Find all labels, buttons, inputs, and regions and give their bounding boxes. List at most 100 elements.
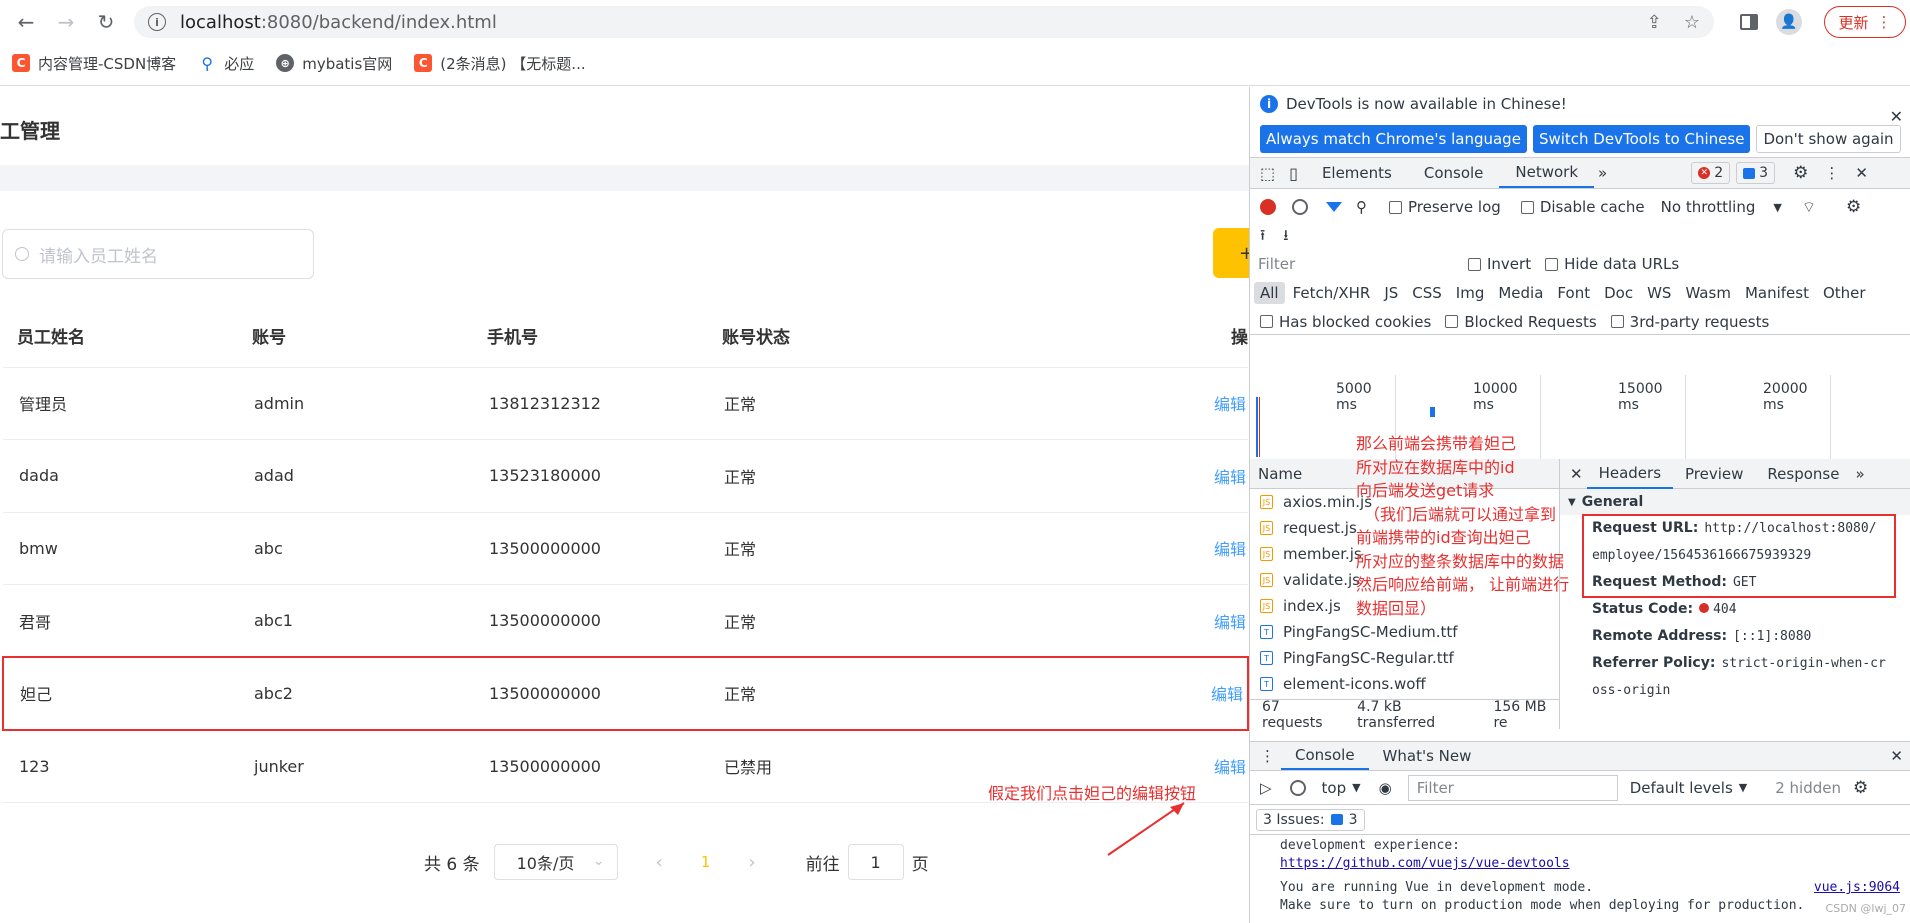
message-badge[interactable]: 3: [1736, 162, 1776, 184]
more-vert-icon[interactable]: ⋮: [1824, 164, 1839, 182]
clear-icon[interactable]: [1292, 199, 1308, 215]
disable-cache-checkbox[interactable]: [1520, 200, 1534, 214]
type-filter-all[interactable]: All: [1254, 282, 1285, 304]
prev-page-icon[interactable]: ‹: [656, 852, 663, 873]
side-panel-icon[interactable]: [1740, 14, 1758, 30]
tab-response[interactable]: Response: [1755, 459, 1851, 489]
reload-icon[interactable]: ↻: [88, 4, 124, 40]
request-item[interactable]: T PingFangSC-Regular.ttf: [1250, 645, 1559, 671]
match-language-button[interactable]: Always match Chrome's language: [1260, 125, 1527, 153]
dont-show-again-button[interactable]: Don't show again: [1756, 125, 1901, 153]
edit-button[interactable]: 编辑: [1214, 468, 1246, 487]
bookmark-star-icon[interactable]: ☆: [1684, 12, 1700, 33]
forward-icon[interactable]: →: [48, 4, 84, 40]
type-filter[interactable]: Wasm: [1679, 282, 1737, 304]
edit-button[interactable]: 编辑: [1211, 685, 1243, 704]
sidebar-toggle-icon[interactable]: ▷: [1260, 779, 1272, 797]
employee-table: 员工姓名 账号 手机号 账号状态 操 管理员 admin 13812312312…: [2, 305, 1249, 803]
bookmark-item[interactable]: C 内容管理-CSDN博客: [12, 53, 176, 74]
console-filter-input[interactable]: Filter: [1407, 774, 1618, 801]
edit-button[interactable]: 编辑: [1214, 540, 1246, 559]
search-icon[interactable]: ⚲: [1356, 198, 1367, 216]
throttling-select[interactable]: No throttling: [1661, 198, 1756, 216]
close-drawer-icon[interactable]: ✕: [1890, 747, 1903, 765]
bookmark-item[interactable]: ⚲ 必应: [198, 53, 254, 74]
tab-elements[interactable]: Elements: [1306, 158, 1408, 188]
network-settings-icon[interactable]: ⚙: [1846, 197, 1861, 217]
tab-whats-new[interactable]: What's New: [1369, 742, 1486, 770]
dropdown-arrow-icon[interactable]: ▼: [1352, 781, 1360, 794]
general-section-header[interactable]: ▼ General: [1560, 489, 1910, 515]
import-har-icon[interactable]: ⭱: [1260, 225, 1265, 250]
page-number[interactable]: 1: [701, 853, 711, 871]
edit-button[interactable]: 编辑: [1214, 613, 1246, 632]
dropdown-arrow-icon[interactable]: ▼: [1739, 781, 1747, 794]
blocked-requests-checkbox[interactable]: [1445, 315, 1459, 328]
type-filter[interactable]: Fetch/XHR: [1287, 282, 1377, 304]
dropdown-arrow-icon[interactable]: ▼: [1773, 201, 1781, 214]
context-select[interactable]: top: [1322, 779, 1347, 797]
issues-button[interactable]: 3 Issues: 3: [1256, 808, 1365, 831]
add-employee-button[interactable]: +: [1213, 228, 1249, 278]
more-tabs-icon[interactable]: »: [1855, 465, 1864, 483]
triangle-down-icon: ▼: [1568, 496, 1576, 508]
update-button[interactable]: 更新 ⋮: [1824, 6, 1906, 38]
request-item[interactable]: Telement-icons.woff: [1250, 671, 1559, 697]
employee-search-input[interactable]: 请输入员工姓名: [2, 229, 314, 279]
bookmark-item[interactable]: ⊕ mybatis官网: [276, 53, 392, 74]
page-size-select[interactable]: 10条/页 ⌄: [493, 844, 618, 880]
device-toolbar-icon[interactable]: ▯: [1289, 164, 1298, 183]
preserve-log-checkbox[interactable]: [1389, 200, 1402, 214]
column-header: 账号: [238, 305, 473, 368]
clear-console-icon[interactable]: [1289, 779, 1306, 796]
tab-network[interactable]: Network: [1499, 158, 1595, 188]
type-filter[interactable]: WS: [1641, 282, 1677, 304]
next-page-icon[interactable]: ›: [748, 852, 755, 873]
type-filter[interactable]: Img: [1450, 282, 1491, 304]
log-source-link[interactable]: vue.js:9064: [1814, 879, 1900, 897]
type-filter[interactable]: CSS: [1406, 282, 1448, 304]
close-devtools-icon[interactable]: ✕: [1855, 164, 1868, 182]
third-party-checkbox[interactable]: [1610, 315, 1624, 328]
type-filter[interactable]: Manifest: [1739, 282, 1815, 304]
site-info-icon[interactable]: i: [148, 13, 166, 31]
bookmark-item[interactable]: C (2条消息) 【无标题...: [414, 53, 586, 74]
tab-drawer-console[interactable]: Console: [1281, 742, 1369, 770]
filter-icon[interactable]: [1326, 202, 1342, 212]
tab-console[interactable]: Console: [1408, 158, 1500, 188]
console-settings-icon[interactable]: ⚙: [1853, 778, 1868, 798]
export-har-icon[interactable]: ⭳: [1283, 225, 1288, 250]
tab-preview[interactable]: Preview: [1673, 459, 1755, 489]
share-icon[interactable]: ⇪: [1647, 12, 1662, 33]
type-filter[interactable]: JS: [1378, 282, 1404, 304]
back-icon[interactable]: ←: [8, 4, 44, 40]
request-item[interactable]: T PingFangSC-Medium.ttf: [1250, 619, 1559, 645]
edit-button[interactable]: 编辑: [1214, 758, 1246, 777]
switch-chinese-button[interactable]: Switch DevTools to Chinese: [1532, 125, 1751, 153]
blocked-cookies-checkbox[interactable]: [1260, 315, 1273, 328]
network-conditions-icon[interactable]: ⌔: [1802, 198, 1816, 217]
address-bar[interactable]: i localhost:8080/backend/index.html ⇪ ☆: [134, 6, 1714, 38]
inspect-icon[interactable]: ⬚: [1260, 164, 1275, 183]
settings-gear-icon[interactable]: ⚙: [1793, 163, 1808, 183]
close-detail-icon[interactable]: ✕: [1570, 465, 1583, 483]
type-filter[interactable]: Doc: [1598, 282, 1639, 304]
hide-data-urls-checkbox[interactable]: [1545, 257, 1559, 271]
log-levels-select[interactable]: Default levels: [1630, 779, 1733, 797]
type-filter[interactable]: Other: [1817, 282, 1872, 304]
edit-button[interactable]: 编辑: [1214, 395, 1246, 414]
close-icon[interactable]: ✕: [1890, 107, 1903, 126]
record-icon[interactable]: [1260, 199, 1276, 215]
more-tabs-icon[interactable]: »: [1598, 164, 1607, 182]
tab-headers[interactable]: Headers: [1586, 459, 1674, 489]
type-filter[interactable]: Media: [1492, 282, 1549, 304]
network-filter-input[interactable]: Filter: [1254, 253, 1454, 275]
error-badge[interactable]: ✕ 2: [1691, 162, 1731, 184]
log-link[interactable]: https://github.com/vuejs/vue-devtools: [1280, 855, 1900, 873]
goto-page-input[interactable]: 1: [847, 844, 904, 880]
profile-avatar-icon[interactable]: 👤: [1776, 9, 1802, 35]
invert-checkbox[interactable]: [1468, 257, 1481, 271]
drawer-menu-icon[interactable]: ⋮: [1260, 747, 1275, 765]
eye-icon[interactable]: ◉: [1379, 779, 1392, 797]
type-filter[interactable]: Font: [1551, 282, 1596, 304]
